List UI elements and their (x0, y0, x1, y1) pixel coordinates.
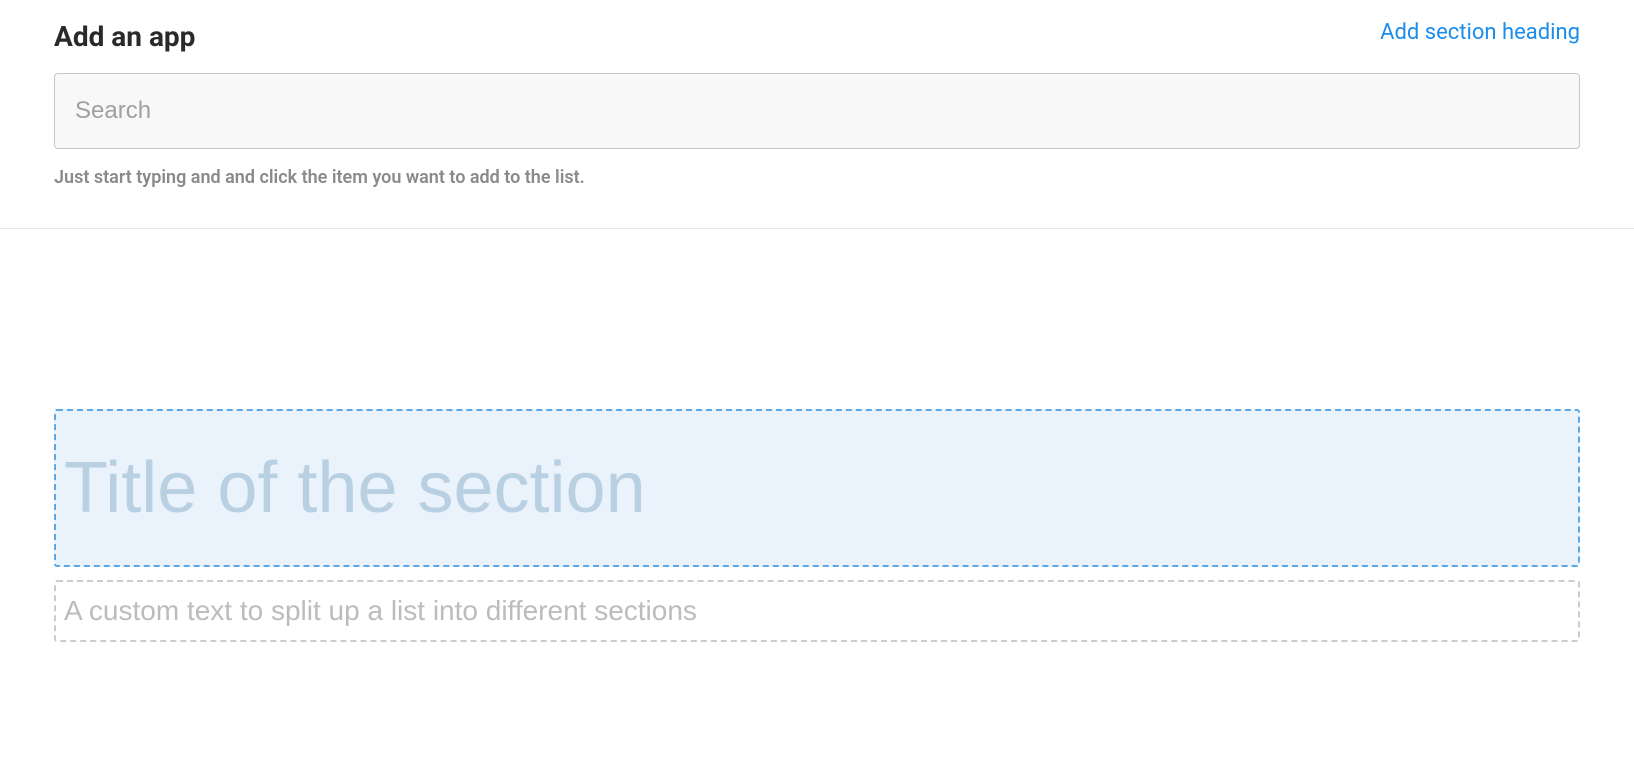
add-section-heading-link[interactable]: Add section heading (1380, 20, 1580, 45)
search-hint-text: Just start typing and and click the item… (54, 167, 1580, 188)
section-title-input[interactable] (54, 409, 1580, 567)
section-description-input[interactable] (54, 580, 1580, 642)
page-title: Add an app (54, 20, 195, 53)
search-input[interactable] (54, 73, 1580, 149)
header-row: Add an app Add section heading (54, 20, 1580, 53)
section-editor (0, 229, 1634, 682)
add-app-panel: Add an app Add section heading Just star… (0, 0, 1634, 229)
